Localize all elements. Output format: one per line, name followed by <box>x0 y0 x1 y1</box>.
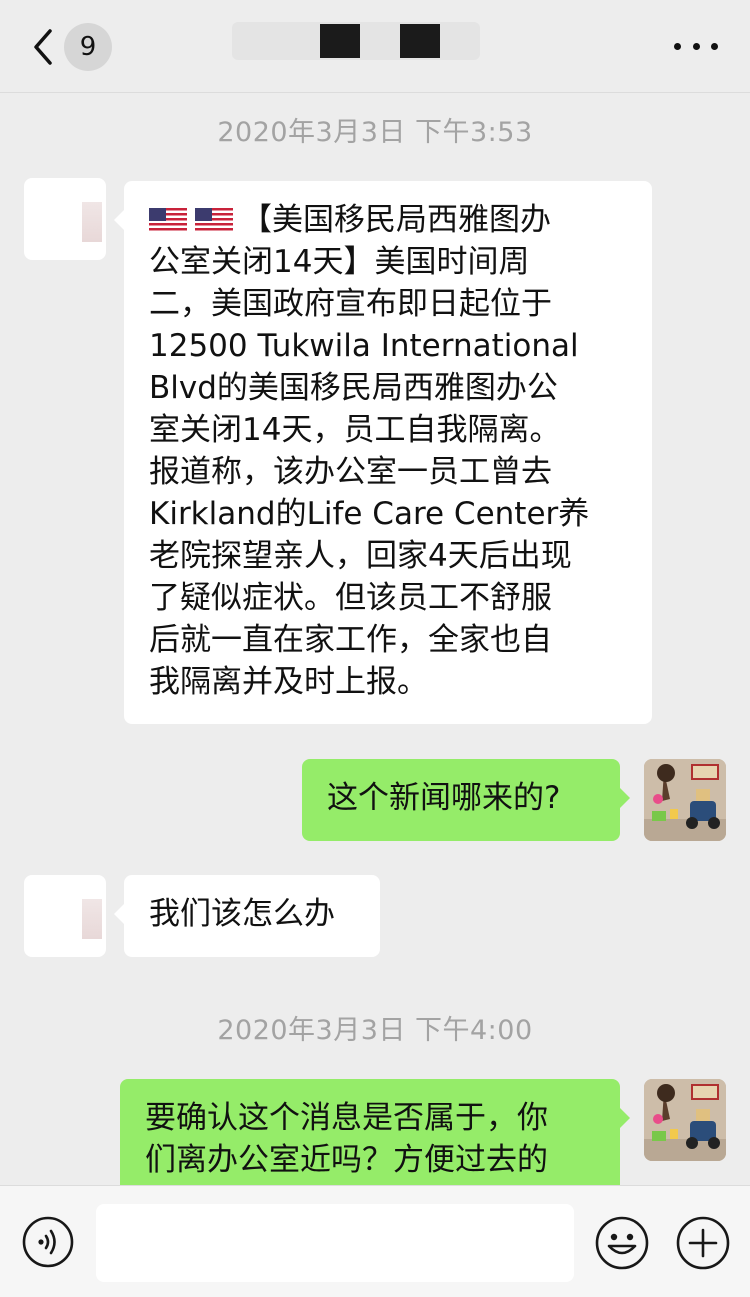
message-line: 我隔离并及时上报。 <box>149 664 428 700</box>
chevron-left-icon <box>34 29 52 65</box>
message-line: 室关闭14天，员工自我隔离。 <box>149 412 561 448</box>
message-line: 了疑似症状。但该员工不舒服 <box>149 580 552 616</box>
message-line: 们离办公室近吗？方便过去的 <box>145 1142 548 1178</box>
contact-avatar[interactable] <box>24 875 106 957</box>
voice-icon[interactable] <box>22 1216 74 1268</box>
chat-screen: 9 2020年3月3日 下午3:53 【美国移民局西雅图办 公室关闭14天】美国… <box>0 0 750 1297</box>
message-line: 要确认这个消息是否属于，你 <box>145 1100 548 1136</box>
message-input-bar <box>0 1185 750 1297</box>
contact-avatar[interactable] <box>24 178 106 260</box>
message-line: 后就一直在家工作，全家也自 <box>149 622 552 658</box>
message-line: 12500 Tukwila International <box>149 328 579 364</box>
lego-scene-avatar-image <box>644 1079 726 1161</box>
message-line: 报道称，该办公室一员工曾去 <box>149 454 552 490</box>
us-flag-icon <box>195 208 233 234</box>
message-timestamp: 2020年3月3日 下午4:00 <box>217 1015 533 1046</box>
chat-title-redaction <box>400 24 440 58</box>
emoji-icon[interactable] <box>595 1216 649 1270</box>
message-line: 这个新闻哪来的? <box>327 780 561 816</box>
plus-icon[interactable] <box>676 1216 730 1270</box>
outgoing-message-bubble[interactable]: 这个新闻哪来的? <box>302 759 630 841</box>
message-line: 公室关闭14天】美国时间周 <box>149 244 530 280</box>
message-line: Kirkland的Life Care Center养 <box>149 496 590 532</box>
incoming-message-bubble[interactable]: 我们该怎么办 <box>114 875 380 957</box>
more-options-button[interactable] <box>674 30 718 62</box>
message-line: 我们该怎么办 <box>149 896 335 932</box>
message-line: 二，美国政府宣布即日起位于 <box>149 286 552 322</box>
message-line: 老院探望亲人，回家4天后出现 <box>149 538 572 574</box>
message-text-input[interactable] <box>96 1204 574 1282</box>
incoming-message-bubble[interactable]: 【美国移民局西雅图办 公室关闭14天】美国时间周 二，美国政府宣布即日起位于 1… <box>114 181 652 724</box>
back-button[interactable]: 9 <box>28 22 128 72</box>
message-line: Blvd的美国移民局西雅图办公 <box>149 370 558 406</box>
chat-title-redaction <box>320 24 360 58</box>
message-timestamp: 2020年3月3日 下午3:53 <box>217 117 533 148</box>
more-dots-icon <box>674 42 681 50</box>
my-avatar[interactable] <box>644 759 726 841</box>
my-avatar[interactable] <box>644 1079 726 1161</box>
lego-scene-avatar-image <box>644 759 726 841</box>
navigation-bar: 9 <box>0 0 750 93</box>
us-flag-icon <box>149 208 187 234</box>
unread-count-badge: 9 <box>64 23 112 71</box>
message-line: 【美国移民局西雅图办 <box>149 199 632 241</box>
